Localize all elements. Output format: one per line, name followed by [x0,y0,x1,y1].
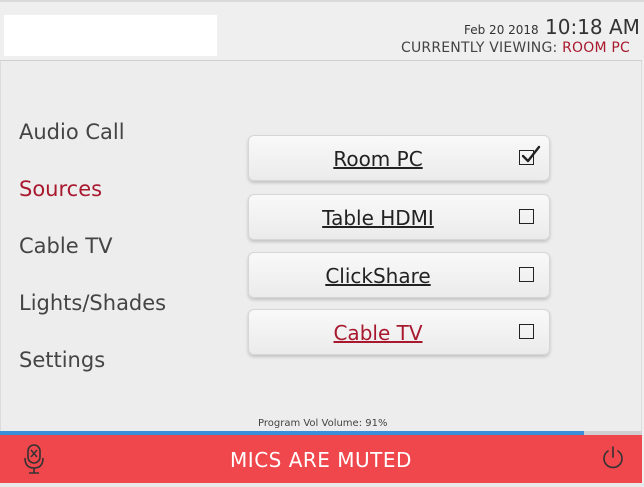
source-button-cable-tv[interactable]: Cable TV [248,309,550,355]
nav-item-cable-tv[interactable]: Cable TV [19,234,113,258]
nav-item-sources[interactable]: Sources [19,177,102,201]
checkbox[interactable] [519,267,534,282]
volume-label: Program Vol Volume: 91% [258,418,388,429]
checkbox[interactable] [519,324,534,339]
bottom-strip [0,483,644,487]
date-display: Feb 20 2018 [464,23,539,37]
time-display: 10:18 AM [545,15,640,39]
logo-area [4,15,217,56]
source-label: Table HDMI [322,206,434,230]
currently-viewing: CURRENTLY VIEWING: ROOM PC [401,40,630,56]
currently-viewing-label: CURRENTLY VIEWING: [400,40,558,56]
mute-bar: MICS ARE MUTED [0,435,642,483]
nav-item-lights-shades[interactable]: Lights/Shades [19,291,166,315]
checkbox[interactable] [519,209,534,224]
checkmark-icon [521,145,541,163]
nav-item-settings[interactable]: Settings [19,348,105,372]
source-label: Cable TV [333,321,423,345]
mute-message: MICS ARE MUTED [230,448,412,472]
source-label: Room PC [333,147,423,171]
header: Feb 20 2018 10:18 AM CURRENTLY VIEWING: … [0,2,642,61]
source-button-clickshare[interactable]: ClickShare [248,252,550,298]
power-icon[interactable] [600,445,626,475]
source-button-room-pc[interactable]: Room PC [248,135,550,181]
source-button-table-hdmi[interactable]: Table HDMI [248,194,550,240]
source-label: ClickShare [325,264,431,288]
currently-viewing-value: ROOM PC [562,40,630,56]
checkbox-checked[interactable] [519,145,541,165]
nav-item-audio-call[interactable]: Audio Call [19,120,125,144]
